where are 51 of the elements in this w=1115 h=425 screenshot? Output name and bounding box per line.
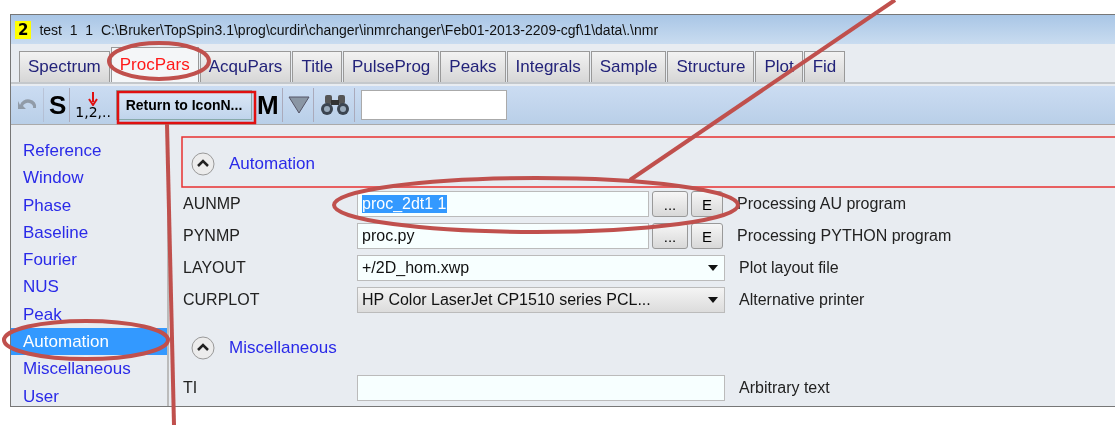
parameter-name: TI <box>183 379 199 397</box>
parameter-name: AUNMP <box>183 195 242 213</box>
section-title: Miscellaneous <box>229 338 337 358</box>
sidebar-item[interactable]: Window <box>11 164 167 192</box>
return-button[interactable]: Return to IconN... <box>115 90 252 120</box>
parameter-description: Alternative printer <box>739 291 865 309</box>
collapse-icon[interactable] <box>191 336 215 360</box>
tab[interactable]: Structure <box>667 51 755 82</box>
sidebar-item[interactable]: Reference <box>11 137 167 165</box>
down-arrow-icon <box>88 92 99 106</box>
parameter-name: CURPLOT <box>183 291 261 309</box>
parameter-description: Plot layout file <box>739 259 839 277</box>
tab[interactable]: Plot <box>755 51 803 82</box>
tab[interactable]: Peaks <box>440 51 506 82</box>
toolbar-button[interactable]: M <box>253 88 283 122</box>
tab[interactable]: Title <box>292 51 342 82</box>
numbering-button[interactable]: 1,2,.. <box>72 88 114 122</box>
triangle-icon <box>287 96 310 114</box>
binoculars-icon <box>318 94 351 116</box>
sidebar-item[interactable]: Fourier <box>11 246 167 274</box>
tab[interactable]: Fid <box>803 51 846 82</box>
tab[interactable]: AcquPars <box>199 51 292 82</box>
tab[interactable]: Integrals <box>506 51 590 82</box>
parameter-name: LAYOUT <box>183 259 247 277</box>
parameter-description: Arbitrary text <box>739 379 830 397</box>
window-title: test 1 1 C:\Bruker\TopSpin3.1\prog\curdir\changer\inmrchanger\Feb01-2013-2209-cgf\1\data\.\nmr <box>39 21 659 38</box>
collapse-icon[interactable] <box>191 152 215 176</box>
sidebar-item[interactable]: Phase <box>11 191 167 219</box>
tab[interactable]: Spectrum <box>19 51 110 82</box>
field-button[interactable]: ... <box>652 191 688 217</box>
search-field[interactable] <box>360 90 507 120</box>
field-button[interactable]: E <box>691 191 723 217</box>
tab[interactable]: PulseProg <box>342 51 440 82</box>
tab[interactable]: Sample <box>590 51 667 82</box>
parameter-name: PYNMP <box>183 227 241 245</box>
sidebar-item[interactable]: Baseline <box>11 218 167 247</box>
sidebar-item[interactable]: NUS <box>11 273 167 301</box>
parameter-description: Processing PYTHON program <box>737 227 952 245</box>
sidebar-item[interactable]: Miscellaneous <box>11 355 167 383</box>
window-number: 2 <box>15 20 32 39</box>
dropdown-field[interactable]: +/2D_hom.xwp <box>357 255 725 281</box>
parameter-description: Processing AU program <box>737 195 906 213</box>
sidebar-item[interactable]: User <box>11 382 167 406</box>
dropdown-field[interactable]: HP Color LaserJet CP1510 series PCL... <box>357 287 725 313</box>
section-title: Automation <box>229 154 315 174</box>
dropdown-caret-icon <box>708 265 718 271</box>
field-button[interactable]: E <box>691 223 723 249</box>
toolbar-button[interactable]: S <box>46 88 71 122</box>
input-field[interactable] <box>357 375 725 401</box>
sidebar-item[interactable]: Peak <box>11 300 167 329</box>
dropdown-caret-icon <box>708 297 718 303</box>
